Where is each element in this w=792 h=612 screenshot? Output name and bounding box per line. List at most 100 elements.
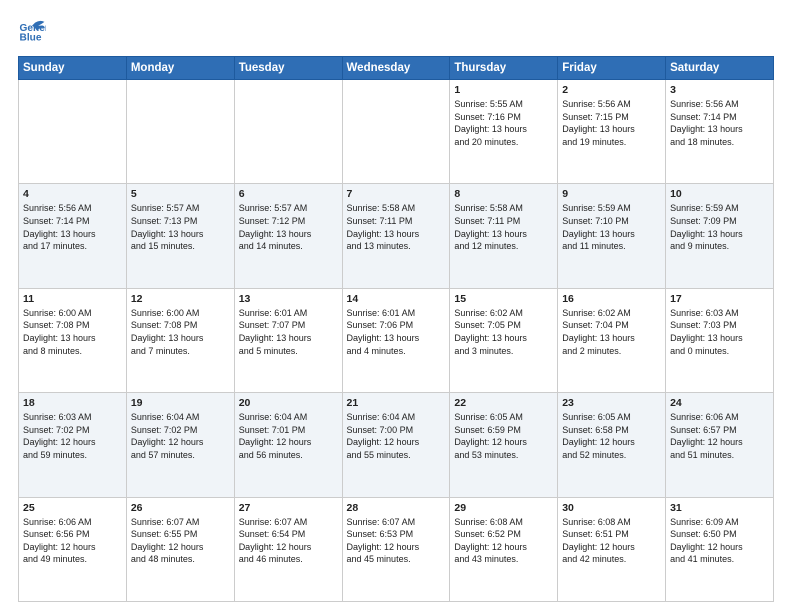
week-row-1: 1 Sunrise: 5:55 AM Sunset: 7:16 PM Daylig… [19, 80, 774, 184]
calendar-cell: 29Sunrise: 6:08 AM Sunset: 6:52 PM Dayli… [450, 497, 558, 601]
calendar-cell: 15Sunrise: 6:02 AM Sunset: 7:05 PM Dayli… [450, 288, 558, 392]
day-number: 29 [454, 502, 553, 514]
calendar-cell: 6Sunrise: 5:57 AM Sunset: 7:12 PM Daylig… [234, 184, 342, 288]
day-number: 9 [562, 188, 661, 200]
day-number: 7 [347, 188, 446, 200]
day-header-wednesday: Wednesday [342, 57, 450, 80]
cell-info: Sunrise: 6:06 AM Sunset: 6:56 PM Dayligh… [23, 516, 122, 566]
day-number: 13 [239, 293, 338, 305]
cell-info: Sunrise: 6:02 AM Sunset: 7:05 PM Dayligh… [454, 307, 553, 357]
day-number: 10 [670, 188, 769, 200]
day-number: 26 [131, 502, 230, 514]
day-number: 21 [347, 397, 446, 409]
day-number: 30 [562, 502, 661, 514]
calendar-cell: 3 Sunrise: 5:56 AM Sunset: 7:14 PM Daylig… [666, 80, 774, 184]
calendar-table: SundayMondayTuesdayWednesdayThursdayFrid… [18, 56, 774, 602]
day-number: 2 [562, 84, 661, 96]
cell-info: Sunrise: 6:09 AM Sunset: 6:50 PM Dayligh… [670, 516, 769, 566]
calendar-cell: 4 Sunrise: 5:56 AM Sunset: 7:14 PM Daylig… [19, 184, 127, 288]
day-number: 22 [454, 397, 553, 409]
day-number: 23 [562, 397, 661, 409]
day-number: 6 [239, 188, 338, 200]
day-number: 24 [670, 397, 769, 409]
calendar-cell: 11 Sunrise: 6:00 AM Sunset: 7:08 PM Dayli… [19, 288, 127, 392]
cell-info: Sunrise: 5:56 AM Sunset: 7:14 PM Dayligh… [670, 98, 769, 148]
calendar-cell: 23 Sunrise: 6:05 AM Sunset: 6:58 PM Dayli… [558, 393, 666, 497]
week-row-5: 25 Sunrise: 6:06 AM Sunset: 6:56 PM Dayli… [19, 497, 774, 601]
cell-info: Sunrise: 6:01 AM Sunset: 7:07 PM Dayligh… [239, 307, 338, 357]
calendar-cell: 20 Sunrise: 6:04 AM Sunset: 7:01 PM Dayli… [234, 393, 342, 497]
calendar-cell [19, 80, 127, 184]
day-number: 20 [239, 397, 338, 409]
cell-info: Sunrise: 5:57 AM Sunset: 7:13 PM Dayligh… [131, 202, 230, 252]
cell-info: Sunrise: 5:56 AM Sunset: 7:14 PM Dayligh… [23, 202, 122, 252]
cell-info: Sunrise: 5:59 AM Sunset: 7:09 PM Dayligh… [670, 202, 769, 252]
day-number: 8 [454, 188, 553, 200]
cell-info: Sunrise: 6:06 AM Sunset: 6:57 PM Dayligh… [670, 411, 769, 461]
cell-info: Sunrise: 6:04 AM Sunset: 7:00 PM Dayligh… [347, 411, 446, 461]
calendar-cell: 27Sunrise: 6:07 AM Sunset: 6:54 PM Dayli… [234, 497, 342, 601]
day-header-saturday: Saturday [666, 57, 774, 80]
header: General Blue [18, 18, 774, 46]
calendar-cell: 17 Sunrise: 6:03 AM Sunset: 7:03 PM Dayli… [666, 288, 774, 392]
calendar-cell [342, 80, 450, 184]
day-header-sunday: Sunday [19, 57, 127, 80]
calendar-cell: 21 Sunrise: 6:04 AM Sunset: 7:00 PM Dayli… [342, 393, 450, 497]
day-number: 25 [23, 502, 122, 514]
cell-info: Sunrise: 6:07 AM Sunset: 6:53 PM Dayligh… [347, 516, 446, 566]
page: General Blue SundayMondayTuesdayWednesda… [0, 0, 792, 612]
calendar-cell: 13 Sunrise: 6:01 AM Sunset: 7:07 PM Dayli… [234, 288, 342, 392]
cell-info: Sunrise: 5:59 AM Sunset: 7:10 PM Dayligh… [562, 202, 661, 252]
day-number: 1 [454, 84, 553, 96]
logo: General Blue [18, 18, 50, 46]
calendar-cell: 16Sunrise: 6:02 AM Sunset: 7:04 PM Dayli… [558, 288, 666, 392]
calendar-cell: 22 Sunrise: 6:05 AM Sunset: 6:59 PM Dayli… [450, 393, 558, 497]
svg-text:Blue: Blue [20, 33, 42, 44]
day-number: 28 [347, 502, 446, 514]
cell-info: Sunrise: 6:08 AM Sunset: 6:51 PM Dayligh… [562, 516, 661, 566]
day-number: 16 [562, 293, 661, 305]
cell-info: Sunrise: 6:00 AM Sunset: 7:08 PM Dayligh… [23, 307, 122, 357]
cell-info: Sunrise: 6:07 AM Sunset: 6:55 PM Dayligh… [131, 516, 230, 566]
cell-info: Sunrise: 6:00 AM Sunset: 7:08 PM Dayligh… [131, 307, 230, 357]
cell-info: Sunrise: 5:55 AM Sunset: 7:16 PM Dayligh… [454, 98, 553, 148]
calendar-cell: 10 Sunrise: 5:59 AM Sunset: 7:09 PM Dayli… [666, 184, 774, 288]
cell-info: Sunrise: 6:04 AM Sunset: 7:02 PM Dayligh… [131, 411, 230, 461]
calendar-cell: 5 Sunrise: 5:57 AM Sunset: 7:13 PM Daylig… [126, 184, 234, 288]
day-number: 3 [670, 84, 769, 96]
calendar-cell: 24 Sunrise: 6:06 AM Sunset: 6:57 PM Dayli… [666, 393, 774, 497]
day-header-tuesday: Tuesday [234, 57, 342, 80]
cell-info: Sunrise: 5:56 AM Sunset: 7:15 PM Dayligh… [562, 98, 661, 148]
cell-info: Sunrise: 6:07 AM Sunset: 6:54 PM Dayligh… [239, 516, 338, 566]
cell-info: Sunrise: 5:58 AM Sunset: 7:11 PM Dayligh… [454, 202, 553, 252]
cell-info: Sunrise: 6:03 AM Sunset: 7:02 PM Dayligh… [23, 411, 122, 461]
day-number: 14 [347, 293, 446, 305]
day-number: 5 [131, 188, 230, 200]
calendar-cell: 9 Sunrise: 5:59 AM Sunset: 7:10 PM Daylig… [558, 184, 666, 288]
day-number: 4 [23, 188, 122, 200]
calendar-cell: 18 Sunrise: 6:03 AM Sunset: 7:02 PM Dayli… [19, 393, 127, 497]
calendar-cell: 8 Sunrise: 5:58 AM Sunset: 7:11 PM Daylig… [450, 184, 558, 288]
calendar-cell: 26 Sunrise: 6:07 AM Sunset: 6:55 PM Dayli… [126, 497, 234, 601]
calendar-cell: 12Sunrise: 6:00 AM Sunset: 7:08 PM Dayli… [126, 288, 234, 392]
day-header-thursday: Thursday [450, 57, 558, 80]
week-row-2: 4 Sunrise: 5:56 AM Sunset: 7:14 PM Daylig… [19, 184, 774, 288]
week-row-3: 11 Sunrise: 6:00 AM Sunset: 7:08 PM Dayli… [19, 288, 774, 392]
day-number: 19 [131, 397, 230, 409]
cell-info: Sunrise: 6:04 AM Sunset: 7:01 PM Dayligh… [239, 411, 338, 461]
calendar-cell [126, 80, 234, 184]
day-number: 17 [670, 293, 769, 305]
calendar-cell [234, 80, 342, 184]
cell-info: Sunrise: 6:05 AM Sunset: 6:58 PM Dayligh… [562, 411, 661, 461]
day-header-friday: Friday [558, 57, 666, 80]
calendar-cell: 19 Sunrise: 6:04 AM Sunset: 7:02 PM Dayli… [126, 393, 234, 497]
cell-info: Sunrise: 6:01 AM Sunset: 7:06 PM Dayligh… [347, 307, 446, 357]
day-number: 18 [23, 397, 122, 409]
calendar-cell: 30 Sunrise: 6:08 AM Sunset: 6:51 PM Dayli… [558, 497, 666, 601]
calendar-cell: 2 Sunrise: 5:56 AM Sunset: 7:15 PM Daylig… [558, 80, 666, 184]
calendar-cell: 28 Sunrise: 6:07 AM Sunset: 6:53 PM Dayli… [342, 497, 450, 601]
day-number: 11 [23, 293, 122, 305]
calendar-cell: 25 Sunrise: 6:06 AM Sunset: 6:56 PM Dayli… [19, 497, 127, 601]
cell-info: Sunrise: 6:03 AM Sunset: 7:03 PM Dayligh… [670, 307, 769, 357]
cell-info: Sunrise: 6:05 AM Sunset: 6:59 PM Dayligh… [454, 411, 553, 461]
